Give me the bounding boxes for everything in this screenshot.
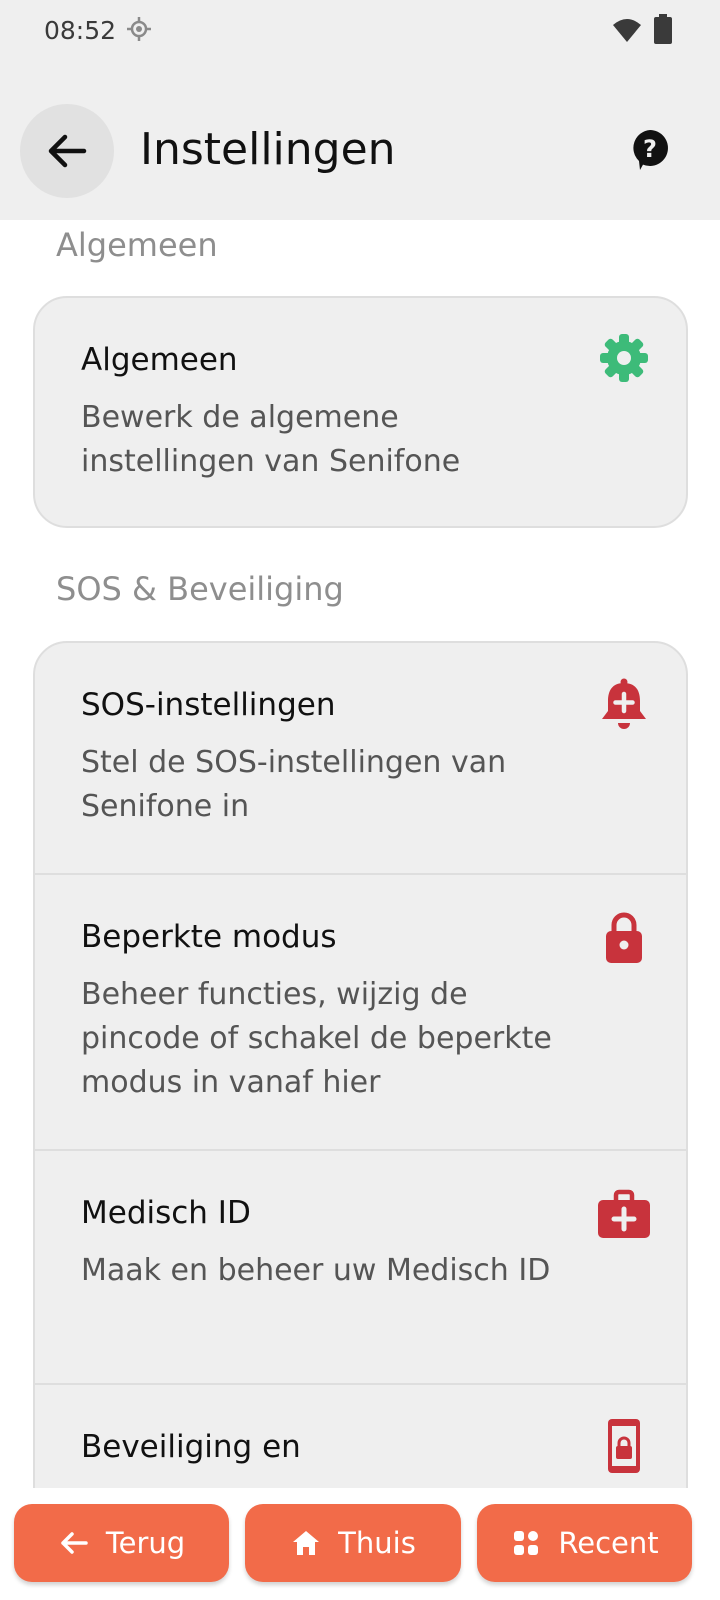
settings-item-sos[interactable]: SOS-instellingen Stel de SOS-instellinge…	[35, 643, 686, 875]
medical-kit-icon	[598, 1189, 650, 1238]
grid-icon	[514, 1531, 539, 1555]
nav-recent-label: Recent	[558, 1526, 659, 1560]
nav-back-button[interactable]: Terug	[14, 1504, 229, 1582]
svg-text:?: ?	[643, 135, 657, 163]
section-title-general: Algemeen	[56, 226, 218, 264]
card-general: Algemeen Bewerk de algemene instellingen…	[33, 296, 688, 528]
status-time: 08:52	[44, 16, 117, 45]
arrow-left-icon	[48, 134, 87, 168]
item-title: Algemeen	[81, 342, 238, 378]
item-title: Beperkte modus	[81, 919, 337, 955]
wifi-icon	[613, 19, 641, 42]
settings-item-restricted-mode[interactable]: Beperkte modus Beheer functies, wijzig d…	[35, 875, 686, 1151]
page-title: Instellingen	[140, 124, 396, 175]
nav-home-label: Thuis	[338, 1526, 416, 1560]
item-subtitle: Maak en beheer uw Medisch ID	[81, 1253, 551, 1288]
item-title: Medisch ID	[81, 1195, 251, 1231]
battery-icon	[654, 14, 672, 44]
alarm-bell-plus-icon	[602, 678, 646, 729]
phone-lock-icon	[608, 1419, 640, 1473]
settings-item-general[interactable]: Algemeen Bewerk de algemene instellingen…	[35, 298, 686, 526]
app-bar: Instellingen ?	[0, 62, 720, 220]
arrow-left-icon	[61, 1532, 88, 1554]
item-title: Beveiliging en	[81, 1429, 301, 1465]
item-subtitle: Beheer functies, wijzig de pincode of sc…	[81, 977, 552, 1100]
nav-recent-button[interactable]: Recent	[477, 1504, 692, 1582]
nav-back-label: Terug	[105, 1526, 186, 1560]
help-icon[interactable]: ?	[630, 128, 670, 172]
settings-item-medical-id[interactable]: Medisch ID Maak en beheer uw Medisch ID	[35, 1151, 686, 1385]
nav-home-button[interactable]: Thuis	[245, 1504, 461, 1582]
gear-icon	[600, 334, 648, 382]
item-subtitle: Stel de SOS-instellingen van Senifone in	[81, 745, 507, 824]
location-icon	[127, 17, 151, 41]
section-title-sos: SOS & Beveiliging	[56, 570, 344, 608]
card-sos-security: SOS-instellingen Stel de SOS-instellinge…	[33, 641, 688, 1488]
back-button[interactable]	[20, 104, 114, 198]
lock-icon	[606, 912, 642, 963]
settings-item-security[interactable]: Beveiliging en	[35, 1385, 686, 1488]
item-title: SOS-instellingen	[81, 687, 336, 723]
item-subtitle: Bewerk de algemene instellingen van Seni…	[81, 400, 461, 479]
home-icon	[293, 1531, 320, 1555]
status-bar: 08:52	[0, 0, 720, 62]
bottom-nav: Terug Thuis Recent	[0, 1488, 720, 1600]
settings-list[interactable]: Algemeen Algemeen Bewerk de algemene ins…	[0, 220, 720, 1488]
